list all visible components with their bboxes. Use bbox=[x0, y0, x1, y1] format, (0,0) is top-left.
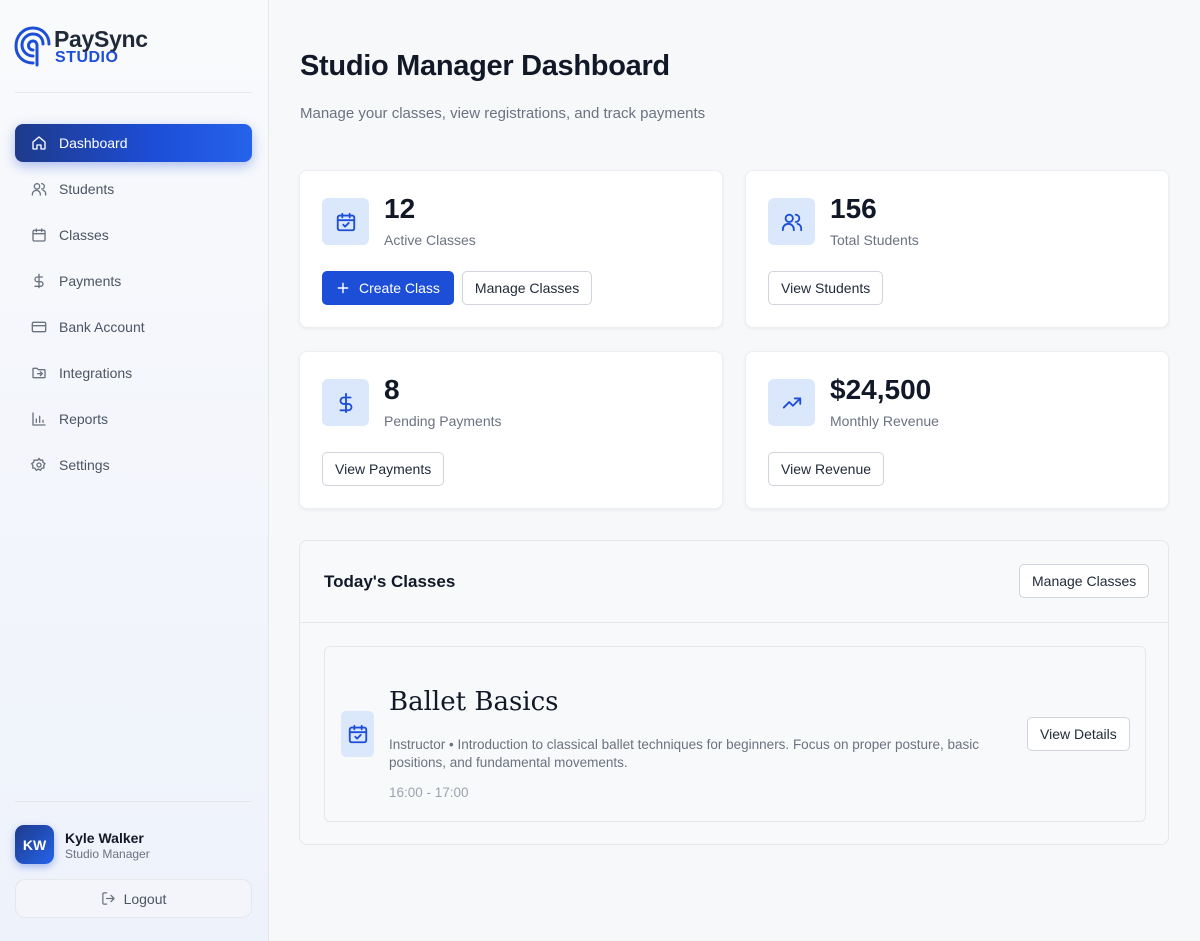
sidebar-item-settings[interactable]: Settings bbox=[15, 446, 252, 484]
stat-label: Pending Payments bbox=[384, 413, 502, 429]
class-card: Ballet Basics Instructor • Introduction … bbox=[324, 646, 1146, 822]
plus-icon bbox=[337, 282, 349, 294]
stat-card-total-students: 156 Total Students View Students bbox=[745, 170, 1169, 328]
logout-button[interactable]: Logout bbox=[15, 879, 252, 918]
brand-sub: STUDIO bbox=[55, 49, 119, 66]
sidebar-item-label: Dashboard bbox=[59, 135, 128, 151]
page-subtitle: Manage your classes, view registrations,… bbox=[300, 105, 706, 122]
stat-icon-box bbox=[322, 379, 369, 426]
sidebar-item-label: Bank Account bbox=[59, 319, 145, 335]
brand-logo[interactable]: PaySync STUDIO bbox=[14, 25, 214, 69]
stat-icon-box bbox=[768, 198, 815, 245]
class-description: Instructor • Introduction to classical b… bbox=[389, 737, 980, 770]
stat-value: $24,500 bbox=[830, 374, 932, 405]
sidebar-item-reports[interactable]: Reports bbox=[15, 400, 252, 438]
sidebar-item-label: Integrations bbox=[59, 365, 133, 381]
user-name: Kyle Walker bbox=[65, 830, 144, 846]
section-divider bbox=[300, 622, 1168, 623]
user-profile[interactable]: KW Kyle Walker Studio Manager bbox=[15, 825, 252, 865]
sidebar-divider bbox=[15, 801, 252, 802]
sidebar-item-integrations[interactable]: Integrations bbox=[15, 354, 252, 392]
users-icon bbox=[781, 213, 802, 231]
stat-label: Monthly Revenue bbox=[830, 413, 939, 429]
stat-label: Active Classes bbox=[384, 232, 476, 248]
credit-card-icon bbox=[31, 321, 47, 333]
stat-card-monthly-revenue: $24,500 Monthly Revenue View Revenue bbox=[745, 351, 1169, 509]
logout-icon bbox=[101, 892, 115, 905]
avatar: KW bbox=[15, 825, 54, 864]
folder-icon bbox=[32, 367, 46, 379]
sidebar-item-label: Students bbox=[59, 181, 115, 197]
class-title: Ballet Basics bbox=[389, 687, 559, 717]
user-role: Studio Manager bbox=[65, 847, 150, 861]
view-payments-button[interactable]: View Payments bbox=[322, 452, 445, 486]
stat-value: 8 bbox=[384, 374, 400, 405]
sidebar-item-bank-account[interactable]: Bank Account bbox=[15, 308, 252, 346]
manage-classes-button[interactable]: Manage Classes bbox=[461, 271, 593, 305]
sidebar-item-label: Reports bbox=[59, 411, 109, 427]
paysync-logo-icon bbox=[14, 26, 51, 67]
bar-chart-icon bbox=[32, 412, 46, 426]
create-class-button[interactable]: Create Class bbox=[322, 271, 454, 305]
home-icon bbox=[32, 136, 46, 150]
sidebar-divider bbox=[15, 92, 252, 93]
page-title: Studio Manager Dashboard bbox=[300, 50, 670, 82]
stat-icon-box bbox=[768, 379, 815, 426]
sidebar-item-dashboard[interactable]: Dashboard bbox=[15, 124, 252, 162]
stat-card-active-classes: 12 Active Classes Create Class Manage Cl… bbox=[299, 170, 723, 328]
stat-card-pending-payments: 8 Pending Payments View Payments bbox=[299, 351, 723, 509]
section-title: Today's Classes bbox=[324, 572, 456, 591]
calendar-check-icon bbox=[336, 212, 355, 231]
view-details-button[interactable]: View Details bbox=[1027, 717, 1130, 751]
gear-icon bbox=[31, 457, 46, 471]
calendar-check-icon bbox=[348, 724, 367, 744]
sidebar-item-payments[interactable]: Payments bbox=[15, 262, 252, 300]
sidebar-item-label: Classes bbox=[59, 227, 109, 243]
trending-up-icon bbox=[782, 397, 801, 408]
sidebar-item-label: Payments bbox=[59, 273, 122, 289]
class-icon-box bbox=[341, 711, 374, 757]
stat-label: Total Students bbox=[830, 232, 919, 248]
dollar-icon bbox=[339, 392, 352, 413]
sidebar: PaySync STUDIO Dashboard Students Classe… bbox=[0, 0, 269, 941]
calendar-icon bbox=[32, 228, 46, 242]
view-students-button[interactable]: View Students bbox=[768, 271, 884, 305]
sidebar-item-label: Settings bbox=[59, 457, 110, 473]
sidebar-nav: Dashboard Students Classes Payments Bank… bbox=[15, 124, 252, 492]
manage-classes-button[interactable]: Manage Classes bbox=[1019, 564, 1150, 598]
sidebar-item-classes[interactable]: Classes bbox=[15, 216, 252, 254]
todays-classes-panel: Today's Classes Manage Classes Ballet Ba… bbox=[299, 540, 1169, 845]
stat-value: 156 bbox=[830, 193, 877, 224]
view-revenue-button[interactable]: View Revenue bbox=[768, 452, 885, 486]
class-time: 16:00 - 17:00 bbox=[389, 785, 469, 800]
stat-icon-box bbox=[322, 198, 369, 245]
dollar-icon bbox=[34, 273, 44, 289]
users-icon bbox=[31, 183, 47, 196]
button-label: Create Class bbox=[359, 280, 440, 296]
logout-label: Logout bbox=[123, 890, 167, 907]
sidebar-item-students[interactable]: Students bbox=[15, 170, 252, 208]
stat-value: 12 bbox=[384, 193, 416, 224]
